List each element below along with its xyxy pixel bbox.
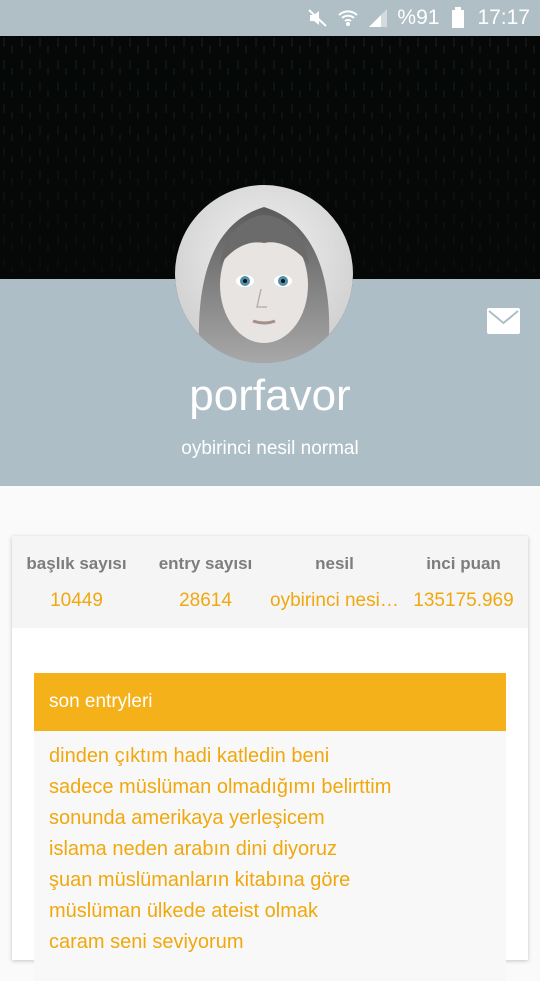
battery-icon (447, 7, 469, 29)
status-bar: %91 17:17 (0, 0, 540, 36)
stat-entry-count: entry sayısı 28614 (141, 536, 270, 628)
stats-row: başlık sayısı 10449 entry sayısı 28614 n… (12, 536, 528, 628)
mail-icon[interactable] (487, 308, 520, 334)
generation-subtitle: oybirinci nesil normal (181, 438, 359, 459)
entry-link[interactable]: dinden çıktım hadi katledin beni (49, 741, 506, 772)
stat-topic-count: başlık sayısı 10449 (12, 536, 141, 628)
stat-label: entry sayısı (158, 554, 253, 573)
username: porfavor (189, 371, 351, 420)
battery-percent: %91 (397, 6, 440, 29)
entry-link[interactable]: sadece müslüman olmadığımı belirttim (49, 772, 506, 803)
recent-entries-section: son entryleri dinden çıktım hadi katledi… (34, 673, 506, 981)
stat-value: 10449 (50, 590, 103, 611)
stat-value: 135175.969 (413, 590, 514, 611)
entry-link[interactable]: müslüman ülkede ateist olmak (49, 896, 506, 927)
clock: 17:17 (477, 6, 530, 29)
entry-link[interactable]: caram seni seviyorum (49, 927, 506, 958)
entry-link[interactable]: sonunda amerikaya yerleşicem (49, 803, 506, 834)
stat-karma-points: inci puan 135175.969 (399, 536, 528, 628)
stat-label: nesil (315, 554, 354, 573)
signal-icon (367, 7, 389, 29)
stat-label: başlık sayısı (26, 554, 127, 573)
recent-entries-list: dinden çıktım hadi katledin beni sadece … (34, 731, 506, 981)
mute-icon (307, 7, 329, 29)
stat-value: oybirinci nesil normal (270, 590, 399, 611)
stat-value: 28614 (179, 590, 232, 611)
profile-card: başlık sayısı 10449 entry sayısı 28614 n… (12, 536, 528, 981)
entry-link[interactable]: şuan müslümanların kitabına göre (49, 865, 506, 896)
stat-generation: nesil oybirinci nesil normal (270, 536, 399, 628)
entry-link[interactable]: islama neden arabın dini diyoruz (49, 834, 506, 865)
avatar[interactable] (175, 185, 353, 363)
stat-label: inci puan (426, 554, 501, 573)
recent-entries-header: son entryleri (34, 673, 506, 731)
wifi-icon (337, 7, 359, 29)
